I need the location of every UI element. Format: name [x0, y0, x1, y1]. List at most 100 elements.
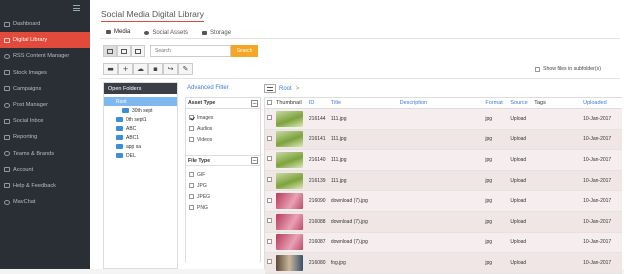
folder-icon [122, 108, 129, 113]
filter-option[interactable]: PNG [186, 202, 260, 213]
thumbnail-image[interactable] [275, 131, 303, 148]
sidebar-item-teams-brands[interactable]: Teams & Brands [0, 146, 90, 162]
folder-icon [116, 144, 123, 149]
filter-option[interactable]: Videos [186, 134, 260, 145]
hamburger-menu-icon[interactable] [73, 5, 80, 11]
sidebar-item-stock-images[interactable]: Stock Images [0, 65, 90, 81]
edit-icon: ✎ [182, 65, 189, 73]
table-row[interactable]: 216139 111.jpg jpg Upload 10-Jan-2017 [265, 170, 622, 192]
add-button[interactable]: + [118, 63, 133, 75]
sidebar-top [0, 0, 90, 16]
filter-checkbox[interactable] [189, 172, 194, 177]
cell-title: download (7).jpg [330, 218, 368, 225]
filter-checkbox[interactable] [189, 115, 194, 120]
filter-toggle-icon[interactable] [264, 84, 276, 93]
share-button[interactable]: ↪ [163, 63, 178, 75]
folder-icon [116, 126, 123, 131]
thumbnail-image[interactable] [275, 172, 303, 189]
cell-uploaded: 10-Jan-2017 [583, 156, 612, 163]
cell-source: Upload [510, 239, 527, 246]
show-subfolder-files[interactable]: Show files in subfolder(s) [535, 66, 601, 72]
table-row[interactable]: 216090 download (7).jpg jpg Upload 10-Jan-20… [265, 191, 622, 212]
col-tags: Tags [534, 100, 546, 106]
row-checkbox[interactable] [267, 177, 272, 183]
row-checkbox[interactable] [267, 197, 272, 203]
breadcrumb-root[interactable]: Root [279, 86, 292, 92]
row-checkbox[interactable] [267, 156, 272, 162]
advanced-filter-link[interactable]: Advanced Filter [187, 85, 261, 91]
col-description[interactable]: Description [398, 100, 484, 106]
cell-source: Upload [510, 198, 527, 205]
filter-option[interactable]: JPG [186, 180, 260, 191]
filter-checkbox[interactable] [189, 183, 194, 188]
delete-button[interactable]: ▪ [148, 63, 163, 75]
cell-source: Upload [510, 136, 527, 143]
sidebar-item-help-feedback[interactable]: Help & Feedback [0, 178, 90, 194]
open-folder-button[interactable]: ▬ [103, 63, 118, 75]
sidebar-item-rss-content-manager[interactable]: RSS Content Manager [0, 48, 90, 64]
table-row[interactable]: 216087 download (7).jpg jpg Upload 10-Jan-20… [265, 232, 622, 254]
filter-option[interactable]: JPEG [186, 191, 260, 202]
row-checkbox[interactable] [267, 238, 272, 244]
col-title[interactable]: Title [329, 100, 398, 106]
col-source[interactable]: Source [508, 100, 532, 106]
sidebar-item-account[interactable]: Account [0, 162, 90, 178]
upload-button[interactable]: ☁ [133, 63, 148, 75]
rss-icon [4, 53, 10, 59]
search-button[interactable]: Search [231, 45, 258, 57]
table-row[interactable]: 216088 download (7).jpg jpg Upload 10-Jan-20… [265, 211, 622, 233]
filter-option[interactable]: Audios [186, 123, 260, 134]
table-row[interactable]: 216141 111.jpg jpg Upload 10-Jan-2017 [265, 129, 622, 151]
folder-item[interactable]: DEL [104, 151, 177, 160]
row-checkbox[interactable] [267, 115, 272, 121]
thumbnail-image[interactable] [275, 213, 303, 230]
sidebar-item-digital-library[interactable]: Digital Library [0, 32, 90, 49]
folder-item[interactable]: ABC [104, 124, 177, 133]
filter-option[interactable]: GIF [186, 169, 260, 180]
cell-title: 111.jpg [330, 177, 347, 184]
sidebar-item-reporting[interactable]: Reporting [0, 129, 90, 145]
detail-view-button[interactable] [131, 45, 145, 57]
table-row[interactable]: 216144 111.jpg jpg Upload 10-Jan-2017 [265, 109, 622, 130]
cell-title: download (7).jpg [330, 239, 368, 246]
sidebar-item-mavchat[interactable]: MavChat [0, 194, 90, 210]
folder-item[interactable]: 30th sept [104, 106, 177, 115]
collapse-icon[interactable]: − [251, 157, 258, 164]
subfolder-checkbox[interactable] [535, 66, 540, 72]
filter-checkbox[interactable] [189, 205, 194, 210]
folder-tree-header: Open Folders [104, 83, 177, 94]
filter-checkbox[interactable] [189, 137, 194, 142]
thumbnail-image[interactable] [275, 110, 303, 127]
row-checkbox[interactable] [267, 218, 272, 224]
col-format[interactable]: Format [483, 100, 508, 106]
sidebar-item-dashboard[interactable]: Dashboard [0, 16, 90, 32]
filter-checkbox[interactable] [189, 194, 194, 199]
folder-root[interactable]: Root [104, 97, 177, 106]
list-view-button[interactable] [103, 45, 117, 57]
row-checkbox[interactable] [267, 259, 272, 265]
edit-button[interactable]: ✎ [178, 63, 193, 75]
sidebar-item-campaigns[interactable]: Campaigns [0, 81, 90, 97]
folder-item[interactable]: 0th sept1 [104, 115, 177, 124]
select-all-checkbox[interactable] [267, 99, 272, 105]
col-id[interactable]: ID [307, 100, 329, 106]
thumbnail-image[interactable] [275, 193, 303, 210]
toolbar-divider [100, 78, 620, 79]
folder-item[interactable]: app sa [104, 142, 177, 151]
sidebar-item-social-inbox[interactable]: Social Inbox [0, 113, 90, 129]
filter-option[interactable]: Images [186, 112, 260, 123]
filter-checkbox[interactable] [189, 126, 194, 131]
table-row[interactable]: 216080 fog.jpg jpg Upload 10-Jan-2017 [265, 253, 622, 274]
row-checkbox[interactable] [267, 135, 272, 141]
search-input[interactable] [150, 45, 231, 57]
cell-id: 216140 [308, 156, 326, 163]
col-uploaded[interactable]: Uploaded [581, 100, 622, 106]
folder-item[interactable]: ABC1 [104, 133, 177, 142]
table-row[interactable]: 216140 111.jpg jpg Upload 10-Jan-2017 [265, 150, 622, 171]
sidebar-item-post-manager[interactable]: Post Manager [0, 97, 90, 113]
cell-format: jpg [485, 156, 493, 163]
grid-view-button[interactable] [117, 45, 131, 57]
thumbnail-image[interactable] [275, 234, 303, 251]
collapse-icon[interactable]: − [251, 99, 258, 107]
thumbnail-image[interactable] [275, 151, 303, 168]
